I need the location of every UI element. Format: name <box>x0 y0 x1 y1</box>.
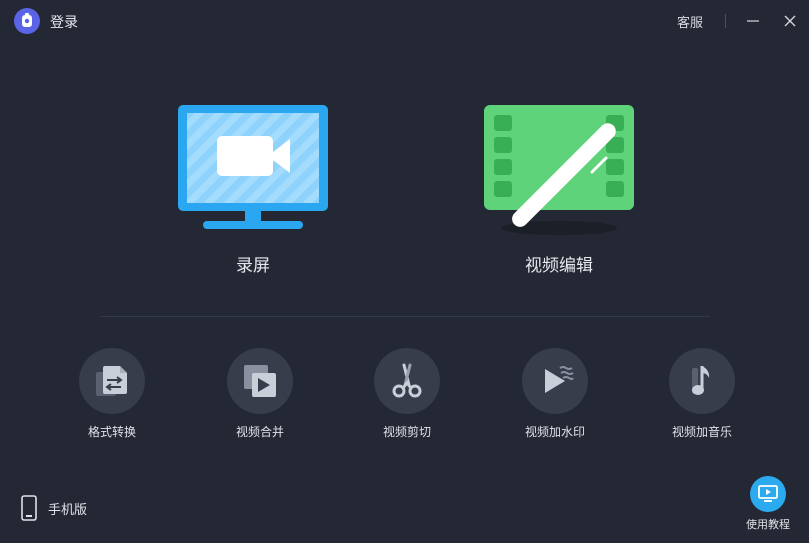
tool-format-convert[interactable]: 格式转换 <box>57 348 167 443</box>
title-separator <box>725 14 726 28</box>
tool-format-convert-label: 格式转换 <box>87 425 136 439</box>
section-divider <box>100 316 710 317</box>
format-convert-icon <box>96 366 127 396</box>
tool-video-merge[interactable]: 视频合并 <box>205 348 315 443</box>
tool-video-cut-label: 视频剪切 <box>382 425 431 439</box>
tool-video-watermark-label: 视频加水印 <box>524 425 585 439</box>
user-avatar-icon[interactable] <box>14 8 40 34</box>
close-button[interactable] <box>779 10 801 32</box>
tutorial-label: 使用教程 <box>746 518 790 531</box>
screen-record-label: 录屏 <box>236 256 270 276</box>
tool-video-watermark[interactable]: 视频加水印 <box>500 348 610 443</box>
music-note-icon <box>692 366 710 395</box>
video-edit-feature[interactable]: 视频编辑 <box>474 100 644 280</box>
tool-video-cut[interactable]: 视频剪切 <box>352 348 462 443</box>
video-merge-icon <box>244 365 276 397</box>
phone-icon <box>21 495 37 521</box>
tool-video-music[interactable]: 视频加音乐 <box>647 348 757 443</box>
film-pen-icon <box>484 105 634 235</box>
login-link[interactable]: 登录 <box>50 12 78 32</box>
tutorial-screen-icon <box>758 485 778 502</box>
minimize-button[interactable] <box>742 10 764 32</box>
tool-video-merge-label: 视频合并 <box>235 425 284 439</box>
tool-video-music-label: 视频加音乐 <box>671 425 732 439</box>
screen-record-feature[interactable]: 录屏 <box>168 100 338 280</box>
mobile-version-label: 手机版 <box>48 502 88 518</box>
watermark-icon <box>545 366 574 393</box>
close-icon <box>784 15 796 27</box>
customer-service-link[interactable]: 客服 <box>677 12 703 31</box>
minimize-icon <box>747 20 759 22</box>
scissors-icon <box>392 363 422 398</box>
video-edit-label: 视频编辑 <box>525 256 593 276</box>
tutorial-button[interactable]: 使用教程 <box>740 476 796 538</box>
monitor-camera-icon <box>178 105 328 229</box>
mobile-version-link[interactable]: 手机版 <box>20 495 87 521</box>
